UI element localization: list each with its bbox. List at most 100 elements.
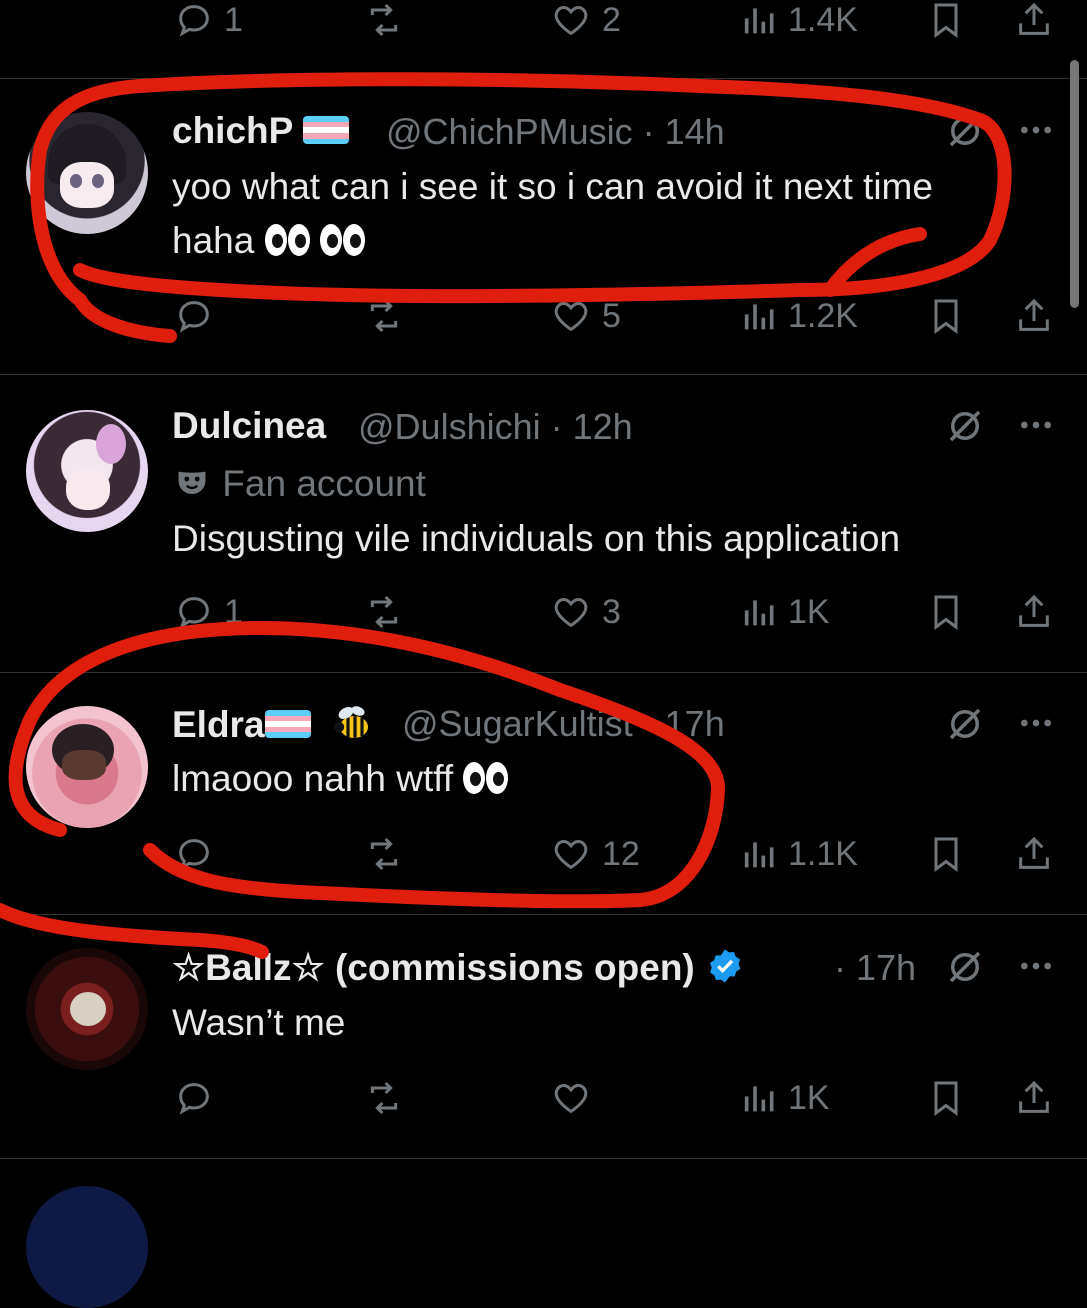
eyes-emoji-icon	[319, 224, 365, 257]
tweet-meta: @Dulshichi · 12h	[358, 406, 633, 447]
handle[interactable]: @SugarKultist	[402, 703, 633, 744]
tweet-meta: · 17h	[834, 947, 917, 988]
like-button[interactable]: 12	[548, 834, 640, 874]
repost-icon	[370, 595, 398, 629]
reply-button[interactable]	[172, 296, 216, 336]
reply-count: 1	[224, 592, 243, 631]
more-button[interactable]	[1016, 110, 1056, 150]
like-count: 3	[602, 592, 621, 631]
reply-button[interactable]: 1	[172, 592, 243, 632]
divider	[0, 374, 1087, 375]
avatar[interactable]	[26, 1186, 148, 1308]
views-button[interactable]: 1.1K	[740, 834, 858, 874]
grok-button[interactable]	[944, 703, 986, 745]
repost-button[interactable]	[360, 0, 408, 40]
share-icon	[1019, 1080, 1049, 1113]
repost-button[interactable]	[360, 592, 408, 632]
more-button[interactable]	[1016, 405, 1056, 445]
bookmark-button[interactable]	[926, 592, 966, 632]
like-count: 2	[602, 0, 621, 39]
timestamp[interactable]: 14h	[665, 111, 725, 152]
repost-button[interactable]	[360, 296, 408, 336]
eyes-emoji-icon	[264, 224, 310, 257]
like-button[interactable]: 3	[548, 592, 621, 632]
heart-icon	[554, 5, 588, 36]
share-icon	[1019, 2, 1049, 35]
views-button[interactable]: 1K	[740, 1078, 830, 1118]
more-icon	[1021, 962, 1051, 970]
reply-icon	[179, 5, 209, 37]
tweet-meta: @ChichPMusic · 14h	[386, 111, 725, 152]
more-button[interactable]	[1016, 946, 1056, 986]
like-button[interactable]	[548, 1078, 594, 1118]
grok-button[interactable]	[944, 110, 986, 152]
more-button[interactable]	[1016, 703, 1056, 743]
bee-icon	[333, 706, 368, 738]
bookmark-icon	[934, 3, 958, 38]
bookmark-button[interactable]	[926, 1078, 966, 1118]
grok-button[interactable]	[944, 946, 986, 988]
like-button[interactable]: 5	[548, 296, 621, 336]
display-name[interactable]: chichP	[172, 110, 349, 152]
verified-badge-icon	[710, 949, 741, 983]
grok-button[interactable]	[944, 405, 986, 447]
timestamp[interactable]: 12h	[573, 406, 633, 447]
views-count: 1.1K	[788, 834, 858, 873]
avatar[interactable]	[26, 112, 148, 234]
grok-icon	[949, 410, 981, 442]
bookmark-button[interactable]	[926, 296, 966, 336]
divider	[0, 1158, 1087, 1159]
like-count: 12	[602, 834, 640, 873]
scrollbar[interactable]	[1070, 60, 1079, 308]
repost-icon	[370, 837, 398, 871]
repost-button[interactable]	[360, 834, 408, 874]
timestamp[interactable]: 17h	[856, 947, 916, 988]
tweet-text: yoo what can i see it so i can avoid it …	[172, 166, 933, 261]
divider	[0, 672, 1087, 673]
repost-icon	[370, 299, 398, 333]
share-button[interactable]	[1012, 0, 1056, 40]
eyes-emoji-icon	[463, 762, 509, 795]
avatar[interactable]	[26, 410, 148, 532]
bookmark-button[interactable]	[926, 0, 966, 40]
display-name[interactable]: ☆Ballz☆ (commissions open)	[172, 946, 745, 990]
mask-icon	[178, 471, 206, 495]
display-name[interactable]: Dulcinea	[172, 405, 326, 447]
views-icon	[744, 304, 774, 330]
share-button[interactable]	[1012, 592, 1056, 632]
reply-button[interactable]	[172, 834, 216, 874]
reply-button[interactable]	[172, 1078, 216, 1118]
handle[interactable]: @ChichPMusic	[386, 111, 633, 152]
display-name[interactable]: Eldra	[172, 703, 377, 751]
divider	[0, 78, 1087, 79]
grok-icon	[949, 115, 981, 147]
heart-icon	[554, 301, 588, 332]
views-icon	[744, 8, 774, 34]
trans-flag-icon	[264, 710, 311, 738]
reply-icon	[179, 597, 209, 629]
share-button[interactable]	[1012, 1078, 1056, 1118]
divider	[0, 914, 1087, 915]
views-button[interactable]: 1K	[740, 592, 830, 632]
share-icon	[1019, 298, 1049, 331]
share-button[interactable]	[1012, 834, 1056, 874]
tweet-meta: @SugarKultist · 17h	[402, 703, 725, 744]
views-button[interactable]: 1.2K	[740, 296, 858, 336]
bookmark-icon	[934, 837, 958, 872]
heart-icon	[554, 597, 588, 628]
handle[interactable]: @Dulshichi	[358, 406, 541, 447]
timestamp[interactable]: 17h	[665, 703, 725, 744]
heart-icon	[554, 839, 588, 870]
repost-button[interactable]	[360, 1078, 408, 1118]
share-button[interactable]	[1012, 296, 1056, 336]
bookmark-button[interactable]	[926, 834, 966, 874]
views-count: 1.2K	[788, 296, 858, 335]
more-icon	[1021, 421, 1051, 429]
avatar[interactable]	[26, 706, 148, 828]
trans-flag-icon	[302, 116, 349, 145]
reply-button[interactable]: 1	[172, 0, 243, 40]
like-button[interactable]: 2	[548, 0, 621, 40]
reply-count: 1	[224, 0, 243, 39]
views-button[interactable]: 1.4K	[740, 0, 858, 40]
avatar[interactable]	[26, 948, 148, 1070]
